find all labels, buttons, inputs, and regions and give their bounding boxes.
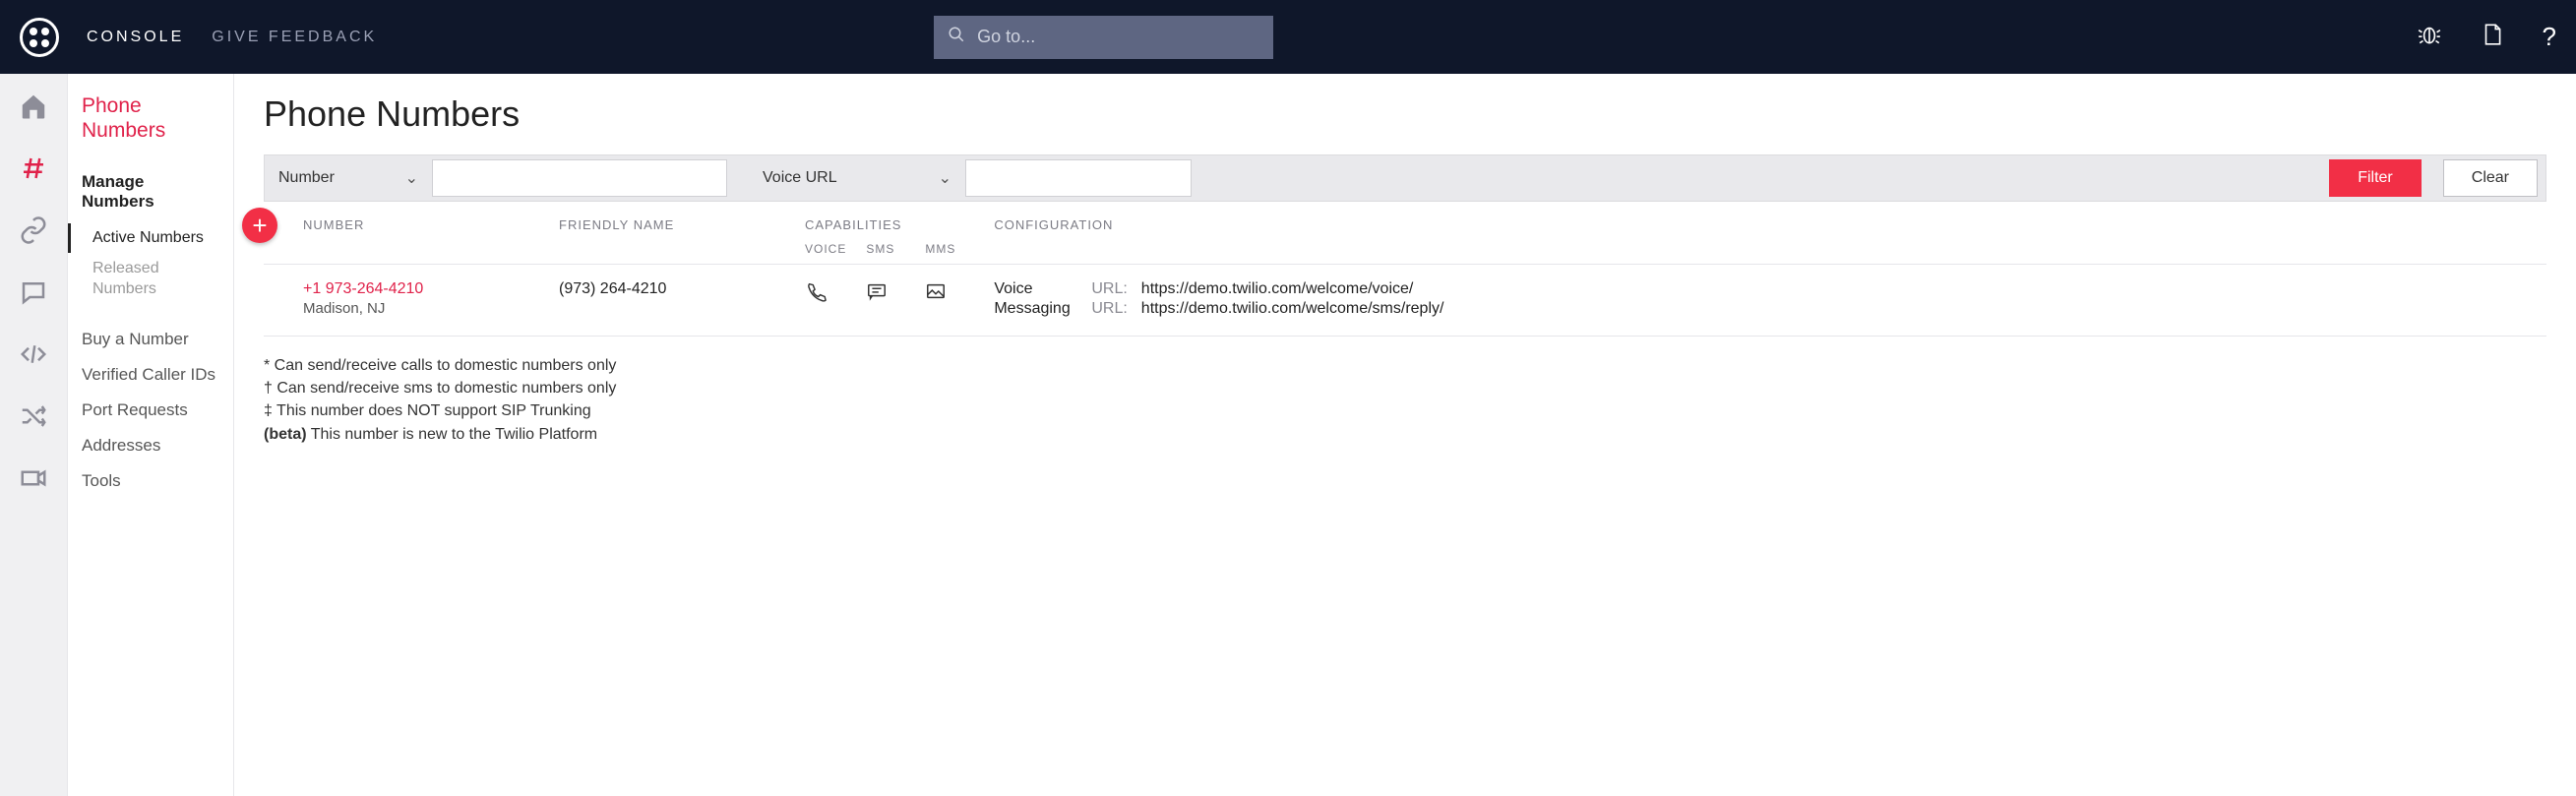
footnote-calls: * Can send/receive calls to domestic num… (264, 354, 2546, 377)
number-location: Madison, NJ (303, 300, 539, 317)
col-capabilities: CAPABILITIES (795, 202, 984, 242)
give-feedback-link[interactable]: GIVE FEEDBACK (212, 29, 377, 46)
sidebar-addresses[interactable]: Addresses (68, 428, 233, 463)
footnote-beta: (beta) This number is new to the Twilio … (264, 423, 2546, 446)
add-number-button[interactable]: + (242, 208, 277, 243)
console-link[interactable]: CONSOLE (87, 29, 184, 46)
filter-right-input[interactable] (965, 159, 1192, 197)
number-link[interactable]: +1 973-264-4210 (303, 280, 539, 298)
global-search-input[interactable] (977, 27, 1259, 47)
sidebar-buy-number[interactable]: Buy a Number (68, 322, 233, 357)
config-voice-url: https://demo.twilio.com/welcome/voice/ (1141, 280, 1414, 298)
chevron-down-icon: ⌄ (405, 168, 418, 188)
mms-capability-icon (925, 289, 947, 306)
numbers-table: NUMBER FRIENDLY NAME CAPABILITIES CONFIG… (264, 202, 2546, 337)
col-voice: VOICE (795, 242, 856, 265)
filter-left-select-label: Number (278, 169, 335, 187)
voice-capability-icon (805, 289, 827, 306)
col-configuration: CONFIGURATION (984, 202, 2546, 265)
sidebar: Phone Numbers Manage Numbers Active Numb… (68, 74, 234, 796)
rail-home-icon[interactable] (19, 92, 48, 126)
rail-chat-icon[interactable] (19, 277, 48, 312)
sms-capability-icon (866, 289, 888, 306)
bug-icon[interactable] (2417, 22, 2442, 52)
clear-button[interactable]: Clear (2443, 159, 2538, 197)
sidebar-manage-numbers[interactable]: Manage Numbers (68, 166, 233, 223)
col-sms: SMS (856, 242, 915, 265)
help-icon[interactable]: ? (2543, 22, 2556, 52)
icon-rail (0, 74, 68, 796)
config-messaging-label: Messaging (994, 300, 1077, 318)
sidebar-active-numbers[interactable]: Active Numbers (68, 223, 233, 253)
rail-shuffle-icon[interactable] (19, 401, 48, 436)
sidebar-verified-caller-ids[interactable]: Verified Caller IDs (68, 357, 233, 393)
table-row[interactable]: +1 973-264-4210 Madison, NJ (973) 264-42… (264, 265, 2546, 337)
footnotes: * Can send/receive calls to domestic num… (264, 354, 2546, 446)
rail-hash-icon[interactable] (19, 153, 48, 188)
sidebar-tools[interactable]: Tools (68, 463, 233, 499)
global-search[interactable] (934, 16, 1273, 59)
config-voice-url-label: URL: (1091, 280, 1127, 298)
filter-left-input[interactable] (432, 159, 727, 197)
rail-code-icon[interactable] (19, 339, 48, 374)
col-number: NUMBER (264, 202, 549, 265)
footnote-sms: † Can send/receive sms to domestic numbe… (264, 377, 2546, 399)
page-title: Phone Numbers (264, 93, 2546, 135)
topbar: CONSOLE GIVE FEEDBACK ? (0, 0, 2576, 74)
filter-right-combo: Voice URL ⌄ (749, 155, 1192, 201)
filter-button[interactable]: Filter (2329, 159, 2422, 197)
sidebar-released-numbers[interactable]: Released Numbers (68, 253, 233, 306)
filter-left-select[interactable]: Number ⌄ (265, 159, 432, 197)
search-icon (948, 26, 965, 48)
main-content: Phone Numbers Number ⌄ Voice URL ⌄ Filte… (234, 74, 2576, 796)
twilio-logo[interactable] (20, 18, 59, 57)
filter-right-select-label: Voice URL (763, 169, 837, 187)
filter-bar: Number ⌄ Voice URL ⌄ Filter Clear (264, 154, 2546, 202)
config-messaging-url-label: URL: (1091, 300, 1127, 318)
col-friendly-name: FRIENDLY NAME (549, 202, 795, 265)
config-messaging-url: https://demo.twilio.com/welcome/sms/repl… (1141, 300, 1444, 318)
file-icon[interactable] (2480, 22, 2505, 52)
col-mms: MMS (915, 242, 984, 265)
rail-link-icon[interactable] (19, 215, 48, 250)
filter-right-select[interactable]: Voice URL ⌄ (749, 159, 965, 197)
sidebar-title: Phone Numbers (68, 93, 233, 166)
config-voice-label: Voice (994, 280, 1077, 298)
sidebar-port-requests[interactable]: Port Requests (68, 393, 233, 428)
friendly-name-cell: (973) 264-4210 (549, 265, 795, 337)
filter-left-combo: Number ⌄ (265, 155, 727, 201)
rail-video-icon[interactable] (19, 463, 48, 498)
footnote-sip: ‡ This number does NOT support SIP Trunk… (264, 399, 2546, 422)
chevron-down-icon: ⌄ (939, 168, 951, 188)
